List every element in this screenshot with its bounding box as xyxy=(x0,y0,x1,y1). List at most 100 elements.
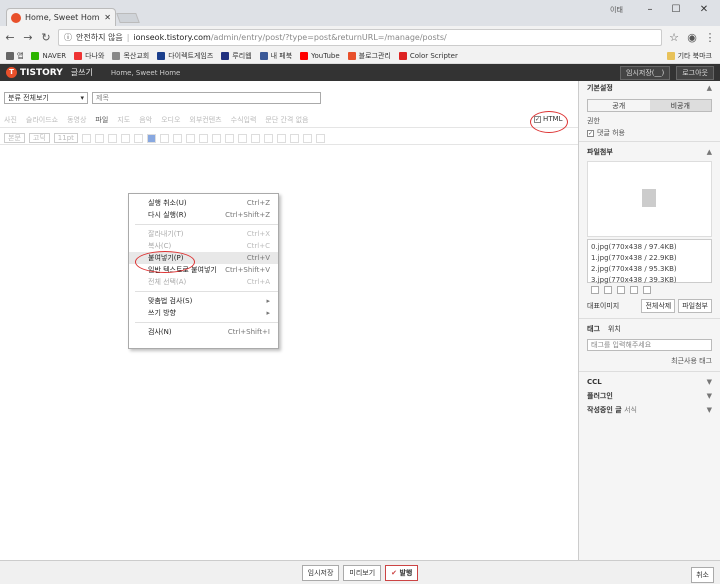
insert-tool-button[interactable]: 문단 간격 없음 xyxy=(265,115,308,125)
attachment-list[interactable]: 0.jpg(770x438 / 97.4KB) 1.jpg(770x438 / … xyxy=(587,239,712,284)
info-icon[interactable]: ⓘ xyxy=(64,32,72,43)
context-menu-item[interactable]: 실행 취소(U) Ctrl+Z xyxy=(129,197,278,209)
bookmark-item[interactable]: 다나와 xyxy=(74,51,104,61)
back-icon[interactable]: ← xyxy=(4,31,16,44)
profile-name[interactable]: 이태 xyxy=(610,5,623,15)
insert-tool-button[interactable]: 음악 xyxy=(139,115,152,125)
maximize-button[interactable]: ☐ xyxy=(664,2,688,18)
new-tab-button[interactable] xyxy=(116,13,140,23)
tag-input[interactable]: 태그를 입력해주세요 xyxy=(587,339,712,351)
bookmark-item[interactable]: 앱 xyxy=(6,51,23,61)
context-menu-item[interactable]: 다시 실행(R) Ctrl+Shift+Z xyxy=(129,209,278,221)
attachments-header[interactable]: 파일첨부 ▲ xyxy=(579,145,720,159)
strikethrough-icon[interactable] xyxy=(120,133,130,143)
special-char-icon[interactable] xyxy=(289,133,299,143)
list-icon[interactable] xyxy=(224,133,234,143)
bookmark-item[interactable]: 블로그관리 xyxy=(347,51,391,61)
tab-close-icon[interactable]: ✕ xyxy=(104,13,111,22)
context-menu-item[interactable]: 맞춤법 검사(S) ▸ xyxy=(129,295,278,307)
title-input[interactable]: 제목 xyxy=(92,92,321,104)
insert-icon[interactable] xyxy=(591,286,599,294)
bookmark-item[interactable]: NAVER xyxy=(31,51,66,60)
other-bookmarks[interactable]: 기타 북마크 xyxy=(666,51,712,61)
context-menu-item[interactable]: 쓰기 방향 ▸ xyxy=(129,307,278,319)
basic-settings-header[interactable]: 기본설정 ▲ xyxy=(579,81,720,95)
insert-tool-button[interactable]: 지도 xyxy=(117,115,130,125)
close-window-button[interactable]: ✕ xyxy=(692,2,716,18)
menu-item-label: 맞춤법 검사(S) xyxy=(148,297,193,305)
align-right-icon[interactable] xyxy=(185,133,195,143)
attachment-item[interactable]: 2.jpg(770x438 / 95.3KB) xyxy=(591,264,708,275)
extension-icon[interactable]: ◉ xyxy=(686,31,698,44)
bold-icon[interactable] xyxy=(81,133,91,143)
bookmark-item[interactable]: 목산교회 xyxy=(112,51,149,61)
align-center-icon[interactable] xyxy=(172,133,182,143)
context-menu-item[interactable]: 검사(N) Ctrl+Shift+I xyxy=(129,326,278,338)
bookmark-item[interactable]: 루리웹 xyxy=(221,51,252,61)
paragraph-style-select[interactable]: 본문 xyxy=(4,133,25,143)
move-down-icon[interactable] xyxy=(617,286,625,294)
table-icon[interactable] xyxy=(263,133,273,143)
bookmark-item[interactable]: Color Scripter xyxy=(398,51,458,60)
temp-save-button[interactable]: 임시저장 xyxy=(301,564,340,581)
publish-button[interactable]: ✔ 발행 xyxy=(385,564,419,581)
upload-file-button[interactable]: 파일첨부 xyxy=(678,299,712,313)
reload-icon[interactable]: ↻ xyxy=(40,31,52,44)
forward-icon[interactable]: → xyxy=(22,31,34,44)
align-left-icon[interactable] xyxy=(159,133,169,143)
allow-comments-checkbox[interactable]: ✓ xyxy=(587,129,594,137)
link-icon[interactable] xyxy=(250,133,260,143)
quote-icon[interactable] xyxy=(237,133,247,143)
insert-tool-button[interactable]: 수식입력 xyxy=(231,115,257,125)
font-size-select[interactable]: 11pt xyxy=(53,133,78,143)
redo-icon[interactable] xyxy=(315,133,325,143)
minimize-button[interactable]: – xyxy=(638,2,662,18)
tab-tag[interactable]: 태그 xyxy=(587,324,600,334)
bookmark-label: 목산교회 xyxy=(123,51,150,60)
align-icon[interactable] xyxy=(630,286,638,294)
bookmark-item[interactable]: 다이렉트게임즈 xyxy=(157,51,213,61)
attachment-item[interactable]: 0.jpg(770x438 / 97.4KB) xyxy=(591,242,708,253)
attachment-item[interactable]: 1.jpg(770x438 / 22.9KB) xyxy=(591,253,708,264)
move-up-icon[interactable] xyxy=(604,286,612,294)
related-header[interactable]: 작성중인 글 서식 ▼ xyxy=(579,403,720,417)
plugin-header[interactable]: 플러그인 ▼ xyxy=(579,389,720,403)
bookmark-item[interactable]: 내 페북 xyxy=(259,51,292,61)
font-family-select[interactable]: 고딕 xyxy=(28,133,50,143)
category-select[interactable]: 분류 전체보기 ▾ xyxy=(4,92,88,104)
insert-tool-button[interactable]: 오디오 xyxy=(161,115,180,125)
tab-location[interactable]: 위치 xyxy=(608,324,621,334)
private-button[interactable]: 비공개 xyxy=(649,100,711,111)
tistory-logo[interactable]: T TISTORY xyxy=(6,67,63,78)
bookmark-item[interactable]: YouTube xyxy=(300,51,340,60)
public-button[interactable]: 공개 xyxy=(588,100,650,111)
logout-button[interactable]: 로그아웃 xyxy=(676,65,714,80)
menu-icon[interactable]: ⋮ xyxy=(704,31,716,44)
cancel-button[interactable]: 취소 xyxy=(691,567,714,583)
preview-button[interactable]: 미리보기 xyxy=(343,564,382,581)
bookmark-favicon-icon xyxy=(6,51,14,60)
bg-color-icon[interactable] xyxy=(146,133,156,143)
italic-icon[interactable] xyxy=(94,133,104,143)
address-bar[interactable]: ⓘ 안전하지 않음 | ionseok.tistory.com/admin/en… xyxy=(58,28,662,46)
insert-tool-button[interactable]: 슬라이드쇼 xyxy=(26,115,58,125)
undo-icon[interactable] xyxy=(302,133,312,143)
insert-tool-button[interactable]: 파일 xyxy=(95,115,108,125)
delete-icon[interactable] xyxy=(643,286,651,294)
recent-tags-link[interactable]: 최근사용 태그 xyxy=(579,354,720,368)
underline-icon[interactable] xyxy=(107,133,117,143)
ccl-header[interactable]: CCL ▼ xyxy=(579,375,720,389)
font-color-icon[interactable] xyxy=(133,133,143,143)
blog-selector[interactable]: Home, Sweet Home xyxy=(111,69,181,77)
allow-comments-row[interactable]: ✓ 댓글 허용 xyxy=(579,128,720,138)
bookmark-star-icon[interactable]: ☆ xyxy=(668,31,680,44)
insert-tool-button[interactable]: 외부컨텐츠 xyxy=(189,115,221,125)
header-temp-save-button[interactable]: 임시저장(__) xyxy=(620,65,671,80)
delete-all-button[interactable]: 전체삭제 xyxy=(641,299,676,313)
emoticon-icon[interactable] xyxy=(276,133,286,143)
align-justify-icon[interactable] xyxy=(198,133,208,143)
insert-tool-button[interactable]: 동영상 xyxy=(67,115,86,125)
insert-tool-button[interactable]: 사진 xyxy=(4,115,17,125)
browser-tab[interactable]: Home, Sweet Home :: 글 ✕ xyxy=(6,8,116,26)
line-height-icon[interactable] xyxy=(211,133,221,143)
